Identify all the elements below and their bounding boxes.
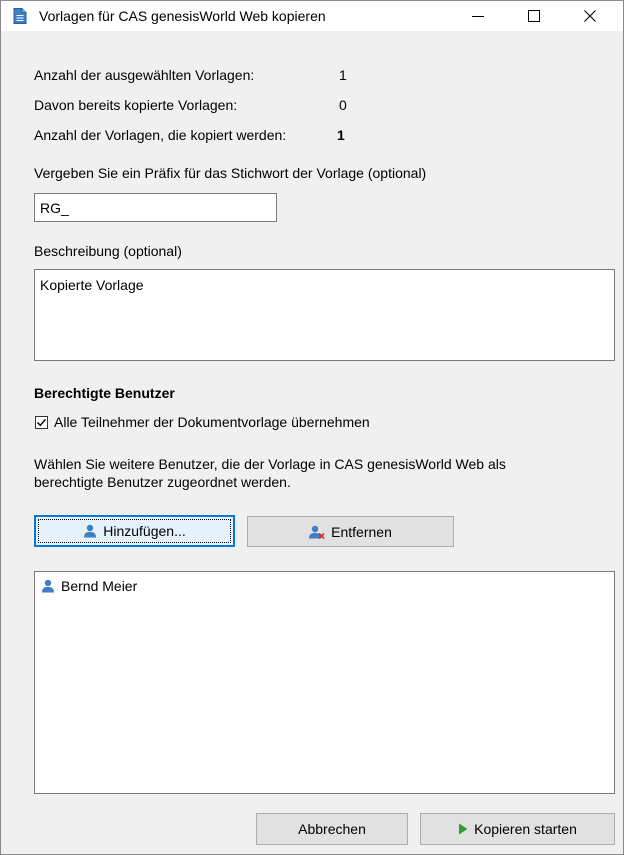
close-icon xyxy=(584,10,596,22)
all-participants-label[interactable]: Alle Teilnehmer der Dokumentvorlage über… xyxy=(54,414,370,430)
all-participants-checkbox[interactable] xyxy=(35,416,48,429)
focus-ring xyxy=(38,519,231,543)
description-label: Beschreibung (optional) xyxy=(34,243,182,259)
list-item[interactable]: Bernd Meier xyxy=(41,578,137,594)
remove-user-button[interactable]: Entfernen xyxy=(247,516,454,547)
remove-user-icon xyxy=(309,525,325,539)
title-bar[interactable]: Vorlagen für CAS genesisWorld Web kopier… xyxy=(1,1,623,31)
user-name: Bernd Meier xyxy=(61,578,138,594)
copied-count-label: Davon bereits kopierte Vorlagen: xyxy=(34,97,238,113)
window-title: Vorlagen für CAS genesisWorld Web kopier… xyxy=(39,8,326,24)
minimize-button[interactable] xyxy=(455,1,501,31)
user-icon xyxy=(42,579,54,593)
users-listbox[interactable]: Bernd Meier xyxy=(34,571,615,794)
close-button[interactable] xyxy=(567,1,613,31)
prefix-label: Vergeben Sie ein Präfix für das Stichwor… xyxy=(34,165,427,181)
cancel-button[interactable]: Abbrechen xyxy=(256,813,408,845)
users-hint-line1: Wählen Sie weitere Benutzer, die der Vor… xyxy=(34,456,506,472)
play-icon xyxy=(459,823,468,835)
prefix-input[interactable] xyxy=(34,193,277,222)
add-user-button[interactable]: Hinzufügen... xyxy=(34,515,235,547)
users-hint-line2: berechtigte Benutzer zugeordnet werden. xyxy=(34,474,291,490)
tocopy-count-value: 1 xyxy=(337,127,345,143)
tocopy-count-label: Anzahl der Vorlagen, die kopiert werden: xyxy=(34,127,287,143)
start-copy-label: Kopieren starten xyxy=(474,821,577,837)
users-heading: Berechtigte Benutzer xyxy=(34,385,175,401)
copied-count-value: 0 xyxy=(339,97,347,113)
document-icon xyxy=(13,8,27,24)
cancel-label: Abbrechen xyxy=(298,821,366,837)
minimize-icon xyxy=(472,16,484,17)
selected-count-value: 1 xyxy=(339,67,347,83)
maximize-button[interactable] xyxy=(511,1,557,31)
dialog-window: Vorlagen für CAS genesisWorld Web kopier… xyxy=(0,0,624,855)
remove-user-label: Entfernen xyxy=(331,523,392,540)
description-text: Kopierte Vorlage xyxy=(40,277,144,293)
selected-count-label: Anzahl der ausgewählten Vorlagen: xyxy=(34,67,255,83)
dialog-content: Anzahl der ausgewählten Vorlagen: 1 Davo… xyxy=(1,31,623,854)
description-textarea[interactable]: Kopierte Vorlage xyxy=(34,269,615,361)
start-copy-button[interactable]: Kopieren starten xyxy=(420,813,615,845)
checkmark-icon xyxy=(37,418,47,427)
maximize-icon xyxy=(528,10,540,22)
